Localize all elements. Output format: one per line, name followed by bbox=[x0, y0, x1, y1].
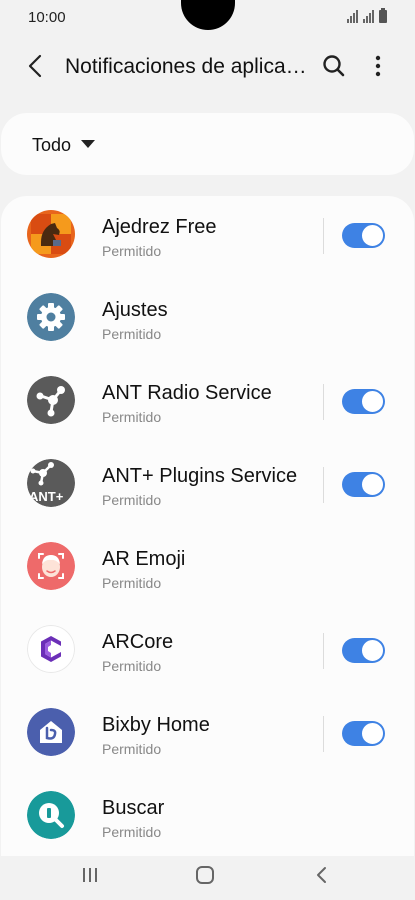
list-item-ar-emoji[interactable]: AR Emoji Permitido bbox=[1, 528, 414, 611]
chevron-left-icon bbox=[317, 867, 326, 883]
ant-radio-icon bbox=[27, 376, 75, 424]
toggle-switch[interactable] bbox=[342, 721, 385, 746]
divider bbox=[323, 633, 324, 669]
list-item-ajustes[interactable]: Ajustes Permitido bbox=[1, 279, 414, 362]
app-status: Permitido bbox=[102, 492, 162, 508]
divider bbox=[323, 716, 324, 752]
arcore-icon bbox=[27, 625, 75, 673]
home-button[interactable] bbox=[196, 866, 214, 884]
back-button[interactable] bbox=[22, 52, 50, 80]
app-name: Ajedrez Free bbox=[102, 216, 217, 238]
toggle-switch[interactable] bbox=[342, 638, 385, 663]
app-name: Buscar bbox=[102, 797, 165, 819]
app-name: ANT Radio Service bbox=[102, 382, 272, 404]
search-button[interactable] bbox=[320, 52, 348, 80]
toggle-knob bbox=[361, 722, 384, 745]
list-item-arcore[interactable]: ARCore Permitido bbox=[1, 611, 414, 694]
filter-label: Todo bbox=[32, 135, 72, 155]
toggle-switch[interactable] bbox=[342, 472, 385, 497]
search-app-icon bbox=[27, 791, 75, 839]
app-status: Permitido bbox=[102, 741, 162, 757]
ant-plus-icon-text: ANT+ bbox=[29, 489, 64, 504]
list-item-ant-radio-service[interactable]: ANT Radio Service Permitido bbox=[1, 362, 414, 445]
app-name: Bixby Home bbox=[102, 714, 210, 736]
divider bbox=[323, 467, 324, 503]
status-time: 10:00 bbox=[28, 9, 66, 26]
toggle-switch[interactable] bbox=[342, 389, 385, 414]
toggle-knob bbox=[361, 639, 384, 662]
more-vertical-icon bbox=[375, 55, 381, 77]
status-bar: 10:00 bbox=[0, 0, 415, 36]
status-icons bbox=[347, 8, 387, 23]
bixby-home-icon bbox=[27, 708, 75, 756]
app-status: Permitido bbox=[102, 243, 162, 259]
app-status: Permitido bbox=[102, 409, 162, 425]
more-options-button[interactable] bbox=[366, 52, 390, 80]
app-status: Permitido bbox=[102, 824, 162, 840]
app-status: Permitido bbox=[102, 575, 162, 591]
toggle-knob bbox=[361, 473, 384, 496]
toggle-knob bbox=[361, 224, 384, 247]
list-item-bixby-home[interactable]: Bixby Home Permitido bbox=[1, 694, 414, 777]
filter-dropdown[interactable]: Todo bbox=[1, 113, 414, 175]
back-arrow-icon bbox=[28, 54, 42, 78]
page-title: Notificaciones de aplicaciones bbox=[65, 55, 310, 78]
caret-down-icon bbox=[81, 140, 95, 148]
chess-icon bbox=[27, 210, 75, 258]
recent-apps-button[interactable] bbox=[80, 866, 100, 884]
gear-icon bbox=[27, 293, 75, 341]
app-status: Permitido bbox=[102, 326, 162, 342]
search-icon bbox=[323, 55, 345, 77]
navigation-bar bbox=[0, 856, 415, 900]
app-name: AR Emoji bbox=[102, 548, 186, 570]
app-bar: Notificaciones de aplicaciones bbox=[0, 36, 415, 96]
ar-emoji-icon bbox=[27, 542, 75, 590]
camera-notch bbox=[181, 0, 235, 30]
app-name: ANT+ Plugins Service bbox=[102, 465, 298, 487]
divider bbox=[323, 384, 324, 420]
app-list: Ajedrez Free Permitido Ajustes Permitido… bbox=[1, 196, 414, 856]
app-status: Permitido bbox=[102, 658, 162, 674]
toggle-switch[interactable] bbox=[342, 223, 385, 248]
list-item-buscar[interactable]: Buscar Permitido bbox=[1, 777, 414, 856]
toggle-knob bbox=[361, 390, 384, 413]
nav-back-button[interactable] bbox=[314, 865, 328, 885]
recents-icon bbox=[83, 868, 97, 882]
ant-plugins-icon: ANT+ bbox=[27, 459, 75, 507]
battery-icon bbox=[379, 8, 387, 23]
divider bbox=[323, 218, 324, 254]
app-name: Ajustes bbox=[102, 299, 168, 321]
list-item-ant-plugins-service[interactable]: ANT+ ANT+ Plugins Service Permitido bbox=[1, 445, 414, 528]
signal-icon bbox=[363, 10, 374, 23]
signal-icon bbox=[347, 10, 358, 23]
app-name: ARCore bbox=[102, 631, 174, 653]
list-item-ajedrez-free[interactable]: Ajedrez Free Permitido bbox=[1, 196, 414, 279]
